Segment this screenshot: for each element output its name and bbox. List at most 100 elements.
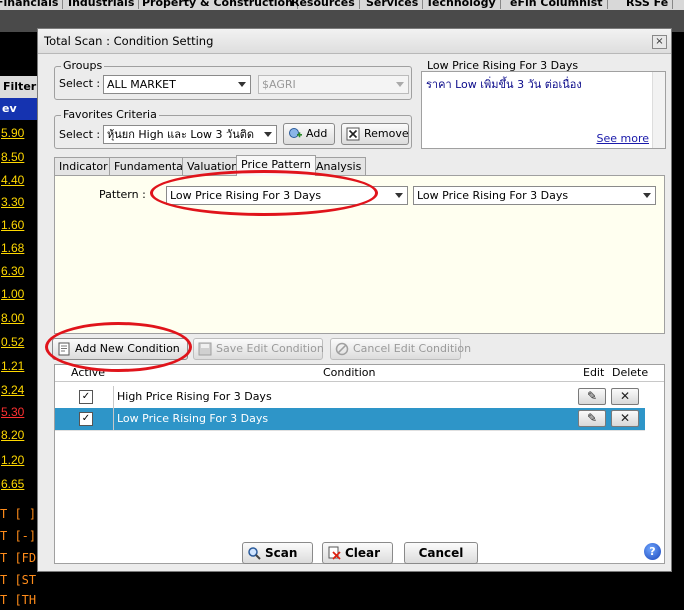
quote-value[interactable]: 5.30	[0, 402, 39, 422]
delete-condition-button[interactable]: ✕	[611, 410, 639, 427]
description-box: ราคา Low เพิ่มขึ้น 3 วัน ต่อเนื่อง See m…	[421, 71, 666, 149]
add-new-condition-label: Add New Condition	[75, 342, 180, 355]
edit-condition-button[interactable]: ✎	[578, 410, 606, 427]
see-more-link[interactable]: See more	[596, 132, 649, 145]
cancel-edit-condition-button[interactable]: Cancel Edit Condition	[330, 338, 471, 360]
groups-box: Groups Select : ALL MARKET $AGRI	[54, 59, 412, 100]
clear-icon	[328, 546, 341, 560]
conditions-table: Active Condition Edit Delete ✓ High Pric…	[54, 364, 665, 564]
scan-label: Scan	[265, 546, 298, 560]
condition-name: High Price Rising For 3 Days	[117, 390, 272, 403]
favorites-dropdown-value: หุ้นยก High และ Low 3 วันติด	[107, 128, 255, 141]
menu-resources[interactable]: Resources	[287, 0, 360, 9]
active-checkbox[interactable]: ✓	[79, 390, 93, 404]
dialog-titlebar[interactable]: Total Scan : Condition Setting ×	[38, 29, 671, 54]
pattern-detail-value: Low Price Rising For 3 Days	[417, 189, 569, 202]
description-text: ราคา Low เพิ่มขึ้น 3 วัน ต่อเนื่อง	[426, 78, 582, 91]
sector-dropdown[interactable]: $AGRI	[258, 75, 409, 94]
pattern-dropdown[interactable]: Low Price Rising For 3 Days	[166, 186, 408, 205]
quote-value[interactable]: 8.50	[0, 147, 39, 167]
table-row[interactable]: ✓ Low Price Rising For 3 Days ✎ ✕	[55, 408, 645, 431]
cancel-edit-condition-label: Cancel Edit Condition	[353, 342, 472, 355]
tab-indicator[interactable]: Indicator	[54, 157, 113, 176]
remove-favorite-label: Remove	[364, 127, 409, 140]
quote-value[interactable]: 5.90	[0, 123, 39, 143]
scan-button[interactable]: Scan	[242, 542, 313, 564]
favorites-dropdown[interactable]: หุ้นยก High และ Low 3 วันติด	[103, 125, 277, 144]
dialog-title: Total Scan : Condition Setting	[44, 34, 214, 48]
save-icon	[198, 342, 212, 356]
menu-technology[interactable]: Technology	[422, 0, 501, 9]
save-edit-condition-button[interactable]: Save Edit Condition	[193, 338, 324, 360]
cancel-icon	[335, 342, 349, 356]
active-column-header: Active	[71, 366, 106, 379]
quote-value[interactable]: 8.00	[0, 308, 39, 328]
column-divider	[113, 386, 114, 408]
edit-condition-button[interactable]: ✎	[578, 388, 606, 405]
chevron-down-icon	[395, 193, 403, 198]
background-quote-column: Filter ev 5.90 8.50 4.40 3.30 1.60 1.68 …	[0, 32, 39, 607]
quote-value[interactable]: 1.21	[0, 356, 39, 376]
quote-value[interactable]: 1.60	[0, 215, 39, 235]
tab-valuation[interactable]: Valuation	[182, 157, 244, 176]
quote-value[interactable]: 6.65	[0, 474, 39, 494]
command-line: T [FD	[0, 551, 37, 565]
condition-column-header: Condition	[323, 366, 376, 379]
tab-fundamental[interactable]: Fundamental	[109, 157, 191, 176]
pattern-detail-dropdown[interactable]: Low Price Rising For 3 Days	[413, 186, 656, 205]
market-dropdown-value: ALL MARKET	[107, 78, 176, 91]
command-line: T [TH	[0, 593, 37, 607]
help-icon[interactable]: ?	[644, 543, 661, 560]
quote-value[interactable]: 1.00	[0, 284, 39, 304]
table-header: Active Condition Edit Delete	[55, 365, 664, 382]
close-button[interactable]: ×	[652, 35, 667, 49]
tab-analysis[interactable]: Analysis	[311, 157, 367, 176]
clear-button[interactable]: Clear	[322, 542, 393, 564]
remove-favorite-button[interactable]: Remove	[341, 123, 409, 145]
favorites-legend: Favorites Criteria	[61, 108, 159, 121]
table-row[interactable]: ✓ High Price Rising For 3 Days ✎ ✕	[55, 386, 645, 409]
menu-efin-columnist[interactable]: eFin Columnist	[506, 0, 608, 9]
add-favorite-label: Add	[306, 127, 328, 140]
quote-value[interactable]: 4.40	[0, 170, 39, 190]
cancel-label: Cancel	[418, 546, 464, 560]
quote-value[interactable]: 1.68	[0, 238, 39, 258]
save-edit-condition-label: Save Edit Condition	[216, 342, 324, 355]
command-line: T [ST	[0, 573, 37, 587]
condition-name: Low Price Rising For 3 Days	[117, 412, 269, 425]
filter-label[interactable]: Filter	[0, 76, 38, 98]
description-scrollbar[interactable]	[652, 72, 665, 148]
quote-value[interactable]: 8.20	[0, 425, 39, 445]
groups-select-label: Select :	[59, 77, 101, 90]
menu-industrials[interactable]: Industrials	[64, 0, 140, 9]
condition-setting-dialog: Total Scan : Condition Setting × Groups …	[37, 28, 672, 572]
menu-rss[interactable]: RSS Fe	[622, 0, 674, 9]
new-document-icon	[58, 342, 70, 356]
quote-value[interactable]: 3.24	[0, 380, 39, 400]
active-checkbox[interactable]: ✓	[79, 412, 93, 426]
remove-icon	[346, 127, 360, 141]
delete-column-header: Delete	[612, 366, 649, 379]
pattern-dropdown-value: Low Price Rising For 3 Days	[170, 189, 322, 202]
quote-value[interactable]: 0.52	[0, 332, 39, 352]
add-favorite-button[interactable]: Add	[283, 123, 335, 145]
market-dropdown[interactable]: ALL MARKET	[103, 75, 251, 94]
quote-value[interactable]: 3.30	[0, 192, 39, 212]
menu-financials[interactable]: Financials	[0, 0, 64, 9]
column-header: ev	[0, 98, 38, 120]
delete-condition-button[interactable]: ✕	[611, 388, 639, 405]
clear-label: Clear	[345, 546, 381, 560]
cancel-button[interactable]: Cancel	[404, 542, 478, 564]
add-new-condition-button[interactable]: Add New Condition	[52, 338, 188, 360]
top-menu-bar: Financials Industrials Property & Constr…	[0, 0, 684, 10]
menu-services[interactable]: Services	[362, 0, 424, 9]
favorites-box: Favorites Criteria Select : หุ้นยก High …	[54, 108, 412, 149]
quote-value[interactable]: 6.30	[0, 261, 39, 281]
tab-price-pattern[interactable]: Price Pattern	[236, 155, 316, 176]
quote-value[interactable]: 1.20	[0, 450, 39, 470]
magnifier-icon	[248, 547, 261, 560]
chevron-down-icon	[643, 193, 651, 198]
chevron-down-icon	[238, 82, 246, 87]
chevron-down-icon	[264, 132, 272, 137]
menu-property[interactable]: Property & Construction	[138, 0, 298, 9]
